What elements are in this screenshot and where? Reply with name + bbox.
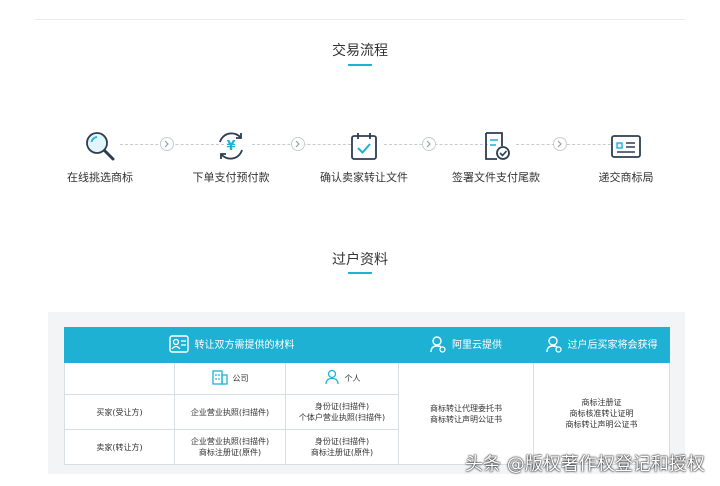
person-icon [324, 369, 340, 388]
flow-step-submit-office: 递交商标局 [566, 128, 686, 185]
flow-section-title: 交易流程 [332, 43, 388, 59]
flow-step-select-trademark: 在线挑选商标 [40, 128, 160, 185]
header-buyer-gets-label: 过户后买家将会获得 [567, 339, 658, 351]
company-docs: 企业营业执照(扫描件) 商标注册证(原件) [174, 429, 286, 465]
flow-step-sign-pay-balance: 签署文件支付尾款 [436, 128, 556, 185]
col-company-label: 公司 [232, 374, 249, 383]
chevron-right-icon [422, 137, 436, 151]
buyer-gets-item: 商标注册证 [581, 398, 622, 407]
individual-docs: 身份证(扫描件) 商标注册证(原件) [285, 429, 399, 465]
individual-doc: 身份证(扫描件) [314, 402, 370, 411]
top-divider [35, 19, 685, 20]
col-company: 公司 [174, 362, 286, 395]
id-card-icon [168, 334, 189, 356]
company-doc: 商标注册证(原件) [198, 448, 262, 457]
aliyun-item: 商标转让代理委托书 [430, 403, 502, 413]
calendar-check-icon [344, 128, 384, 164]
header-materials: 转让双方需提供的材料 [64, 327, 399, 363]
flow-step-pay-deposit: ¥ 下单支付预付款 [171, 128, 291, 185]
header-materials-label: 转让双方需提供的材料 [194, 339, 295, 351]
building-icon [211, 369, 228, 388]
docs-section-title: 过户资料 [332, 252, 388, 268]
aliyun-item: 商标转让声明公证书 [430, 414, 502, 424]
card-icon [606, 128, 646, 164]
individual-doc: 个体户营业执照(扫描件) [298, 413, 386, 422]
flow-step-label: 递交商标局 [598, 171, 654, 184]
individual-docs: 身份证(扫描件) 个体户营业执照(扫描件) [285, 394, 399, 430]
docs-title-underline [348, 272, 372, 274]
flow-step-label: 在线挑选商标 [67, 171, 133, 184]
company-doc: 企业营业执照(扫描件) [174, 394, 286, 430]
party-label: 卖家(转让方) [64, 429, 175, 465]
empty-corner-cell [64, 362, 175, 395]
flow-step-confirm-seller-docs: 确认卖家转让文件 [304, 128, 424, 185]
col-individual-label: 个人 [344, 374, 361, 383]
buyer-gets-item: 商标转让声明公证书 [565, 420, 638, 429]
user-check-icon [545, 335, 562, 356]
header-aliyun-label: 阿里云提供 [452, 339, 502, 351]
flow-step-label: 确认卖家转让文件 [320, 171, 408, 184]
individual-doc: 商标注册证(原件) [310, 448, 374, 457]
header-buyer-gets: 过户后买家将会获得 [533, 327, 670, 363]
col-individual: 个人 [285, 362, 399, 395]
individual-doc: 身份证(扫描件) [314, 437, 370, 446]
transfer-materials-table: 转让双方需提供的材料 阿里云提供 过户后买家将会获得 公司 个人 商标转让代理委… [64, 327, 670, 465]
watermark-text: 头条 @版权著作权登记和授权 [465, 454, 705, 475]
flow-step-label: 下单支付预付款 [192, 171, 270, 184]
buyer-gets-item: 商标核准转让证明 [569, 409, 634, 418]
yen-refresh-icon: ¥ [211, 128, 251, 164]
company-doc: 企业营业执照(扫描件) [190, 437, 270, 446]
header-aliyun: 阿里云提供 [398, 327, 534, 363]
party-label: 买家(受让方) [64, 394, 175, 430]
document-check-icon [476, 128, 516, 164]
trade-flow: 在线挑选商标 ¥ 下单支付预付款 确认卖家转让文件 签署文件支付尾款 递交商标局 [0, 128, 720, 188]
flow-title-underline [348, 64, 372, 66]
user-check-icon [430, 335, 446, 356]
chevron-right-icon [291, 137, 305, 151]
search-icon [80, 128, 120, 164]
svg-text:¥: ¥ [226, 139, 235, 154]
flow-step-label: 签署文件支付尾款 [452, 171, 540, 184]
